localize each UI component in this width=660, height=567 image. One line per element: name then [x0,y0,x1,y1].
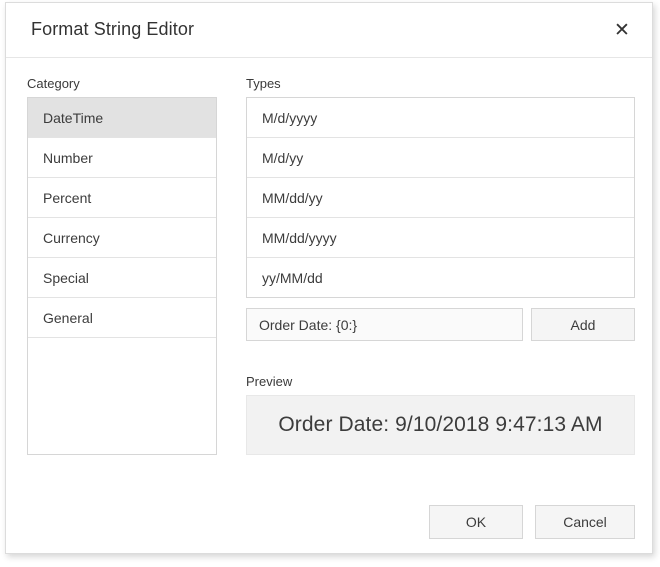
dialog-footer: OK Cancel [6,498,652,553]
close-icon[interactable]: ✕ [606,14,638,46]
preview-text: Order Date: 9/10/2018 9:47:13 AM [278,413,602,437]
type-item-label: MM/dd/yy [262,190,323,206]
type-item[interactable]: M/d/yyyy [247,98,634,138]
category-item-currency[interactable]: Currency [28,218,216,258]
type-item[interactable]: MM/dd/yyyy [247,218,634,258]
format-string-editor-dialog: Format String Editor ✕ Category DateTime… [5,2,653,554]
category-item-label: Percent [43,190,91,206]
type-item[interactable]: MM/dd/yy [247,178,634,218]
cancel-button[interactable]: Cancel [535,505,635,539]
dialog-body: Category DateTime Number Percent Currenc… [6,58,652,498]
category-item-datetime[interactable]: DateTime [28,98,216,138]
dialog-titlebar: Format String Editor ✕ [6,3,652,58]
category-item-label: DateTime [43,110,103,126]
type-item-label: M/d/yyyy [262,110,317,126]
preview-label: Preview [246,374,292,389]
category-item-label: General [43,310,93,326]
types-list[interactable]: M/d/yyyy M/d/yy MM/dd/yy MM/dd/yyyy yy/M… [246,97,635,298]
type-item[interactable]: M/d/yy [247,138,634,178]
category-item-number[interactable]: Number [28,138,216,178]
screen-root: Format String Editor ✕ Category DateTime… [0,0,660,567]
category-item-label: Currency [43,230,100,246]
preview-box: Order Date: 9/10/2018 9:47:13 AM [246,395,635,455]
category-item-percent[interactable]: Percent [28,178,216,218]
type-item-label: M/d/yy [262,150,303,166]
types-label: Types [246,76,281,91]
dialog-title: Format String Editor [31,19,194,40]
add-button[interactable]: Add [531,308,635,341]
category-item-special[interactable]: Special [28,258,216,298]
type-item-label: MM/dd/yyyy [262,230,337,246]
type-item-label: yy/MM/dd [262,270,323,286]
category-list[interactable]: DateTime Number Percent Currency Special… [27,97,217,455]
type-item[interactable]: yy/MM/dd [247,258,634,298]
category-item-general[interactable]: General [28,298,216,338]
category-item-label: Special [43,270,89,286]
category-item-label: Number [43,150,93,166]
ok-button[interactable]: OK [429,505,523,539]
category-label: Category [27,76,80,91]
format-string-input[interactable] [246,308,523,341]
